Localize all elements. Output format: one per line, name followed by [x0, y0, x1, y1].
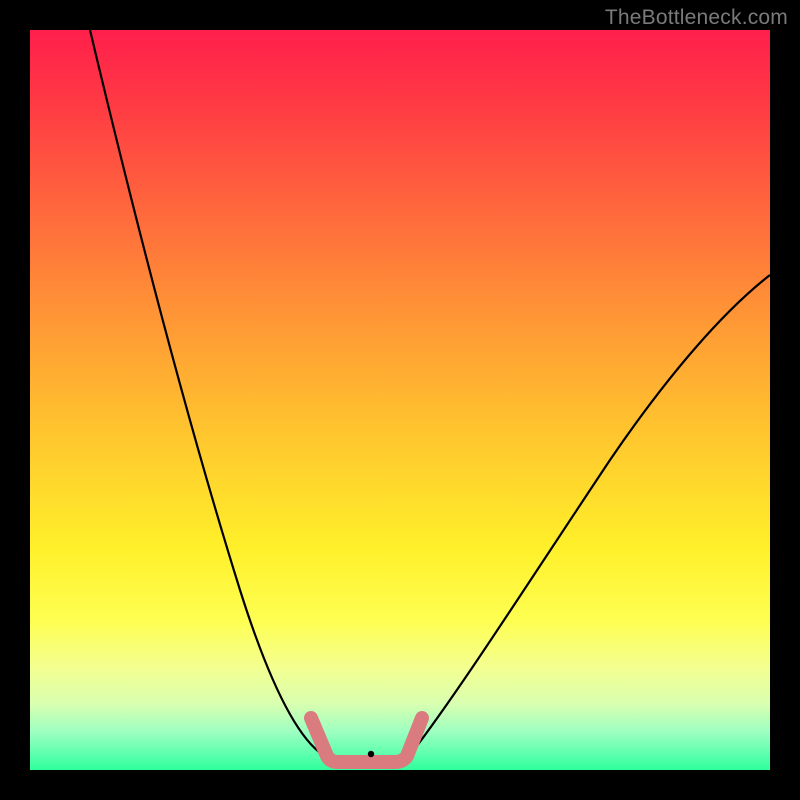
right-curve — [410, 275, 770, 755]
chart-frame: TheBottleneck.com — [0, 0, 800, 800]
curve-layer — [30, 30, 770, 770]
valley-marker — [311, 718, 422, 762]
valley-dot — [368, 751, 374, 757]
watermark-text: TheBottleneck.com — [605, 6, 788, 30]
left-curve — [90, 30, 323, 755]
plot-area — [30, 30, 770, 770]
